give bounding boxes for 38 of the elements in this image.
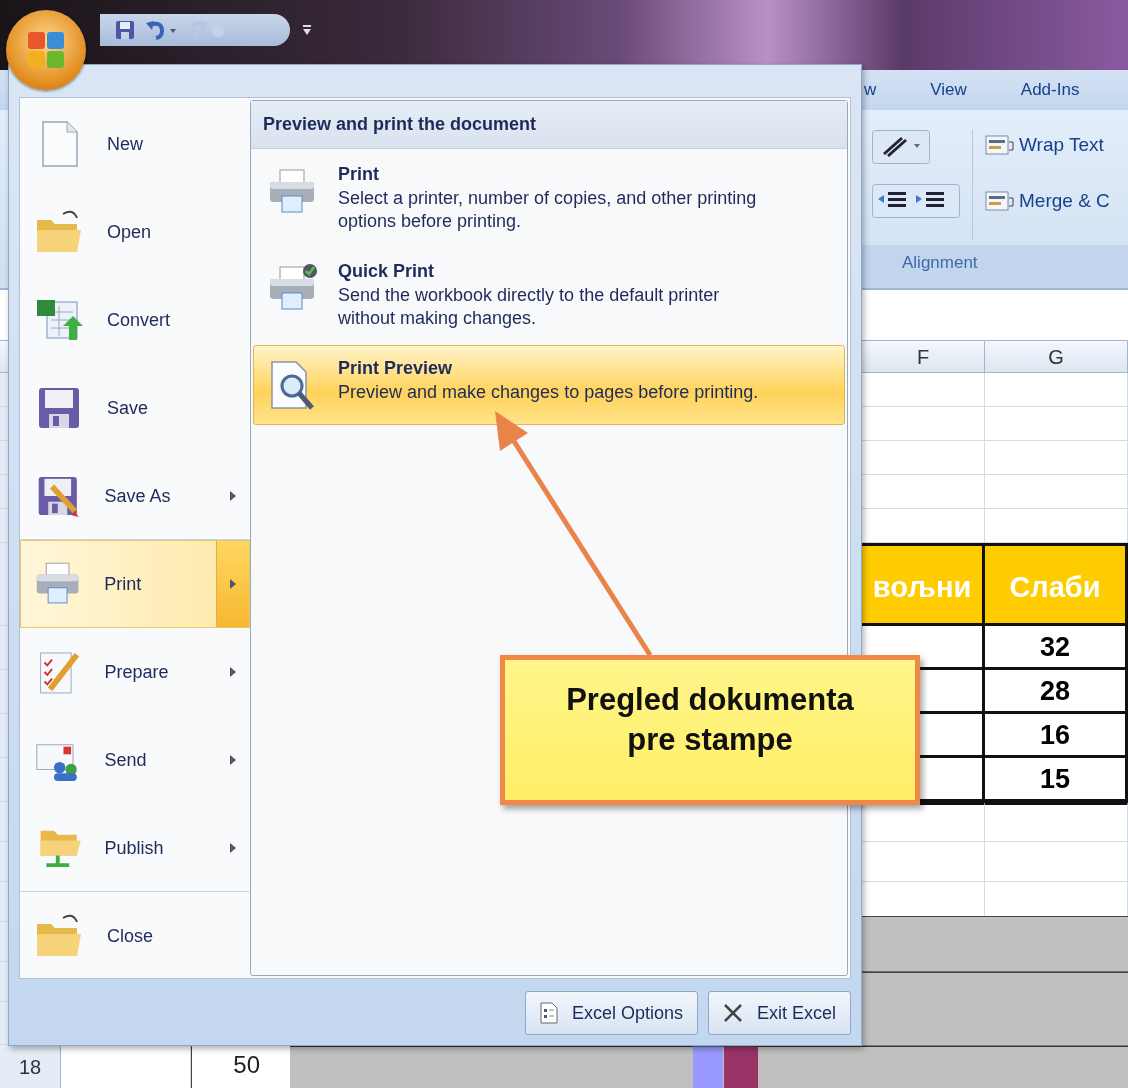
option-title: Quick Print [338, 261, 436, 282]
options-button[interactable]: Excel Options [524, 991, 698, 1035]
menu-item[interactable]: Close [20, 892, 250, 980]
ribbon-button[interactable]: Merge & C [985, 186, 1110, 216]
option-description: Send the workbook directly to the default printer without making changes. [338, 284, 721, 330]
axis-label: 50 [233, 1051, 260, 1079]
column-header[interactable]: F [862, 341, 985, 373]
ribbon-tab[interactable]: View [928, 76, 969, 104]
option-title: Print Preview [338, 358, 454, 379]
menu-item[interactable]: New [20, 100, 250, 188]
menu-item[interactable]: Publish [20, 804, 250, 892]
ribbon-tab[interactable]: w [862, 76, 879, 104]
table-header-cell: вољни [862, 543, 985, 626]
option-description: Select a printer, number of copies, and other printing options before printing. [338, 187, 758, 233]
panel-title: Preview and print the document [251, 101, 847, 149]
menu-item[interactable]: Send [20, 716, 250, 804]
submenu-option[interactable]: Quick Print Send the workbook directly to the default printer without making changes. [253, 248, 845, 343]
menu-item[interactable]: Save [20, 364, 250, 452]
column-header[interactable]: G [985, 341, 1128, 373]
table-header-cell: Слаби [985, 543, 1128, 626]
callout-note: Pregled dokumenta pre stampe [500, 655, 920, 805]
table-cell: 16 [985, 714, 1128, 758]
table-cell: 15 [985, 758, 1128, 802]
option-description: Preview and make changes to pages before printing. [338, 381, 760, 404]
table-cell: 28 [985, 670, 1128, 714]
table-cell: 32 [985, 626, 1128, 670]
menu-item[interactable]: Prepare [20, 628, 250, 716]
exit-button[interactable]: Exit Excel [707, 991, 851, 1035]
menu-item[interactable]: Open [20, 188, 250, 276]
group-label: Alignment [862, 245, 1128, 288]
submenu-option[interactable]: Print Select a printer, number of copies, and other printing options before printing. [253, 151, 845, 246]
row-header[interactable]: 18 [0, 1045, 61, 1088]
menu-item[interactable]: Print [20, 540, 250, 628]
submenu-option[interactable]: Print Preview Preview and make changes to pages before printing. [253, 345, 845, 425]
ribbon-button[interactable]: Wrap Text [985, 130, 1110, 160]
menu-item[interactable]: Convert [20, 276, 250, 364]
option-title: Print [338, 164, 380, 185]
ribbon-tab[interactable]: Add-Ins [1018, 76, 1082, 104]
